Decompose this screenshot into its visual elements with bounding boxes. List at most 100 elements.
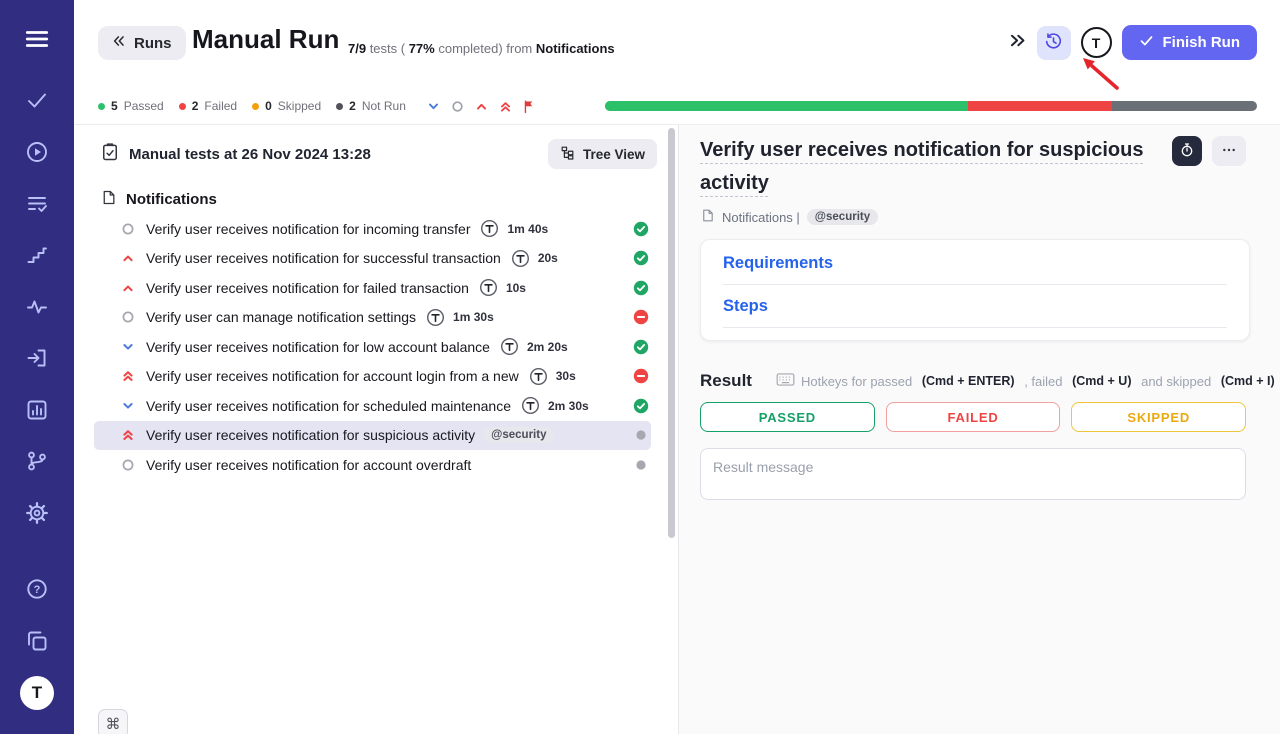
status-failed-icon xyxy=(633,309,649,325)
detail-sections-card: Requirements Steps xyxy=(700,239,1250,341)
tag-badge[interactable]: @security xyxy=(807,209,878,225)
logo-letter: T xyxy=(20,676,54,710)
priority-highest-icon[interactable] xyxy=(498,99,513,114)
test-meta: @security xyxy=(475,427,554,443)
duration: 1m 40s xyxy=(507,222,548,236)
sidebar: ? T xyxy=(0,0,74,734)
detail-title: Verify user receives notification for su… xyxy=(700,134,1205,200)
run-progress-bar xyxy=(605,101,1257,111)
test-meta: 30s xyxy=(519,367,576,386)
steps-icon[interactable] xyxy=(0,243,74,267)
test-meta: 1m 30s xyxy=(416,308,494,327)
test-row[interactable]: Verify user receives notification for lo… xyxy=(94,332,651,362)
test-title: Verify user receives notification for fa… xyxy=(146,280,469,296)
test-row[interactable]: Verify user receives notification for su… xyxy=(94,244,651,274)
test-row[interactable]: Verify user receives notification for sc… xyxy=(94,391,651,421)
priority-highest-icon xyxy=(120,368,136,384)
priority-normal-icon xyxy=(120,221,136,237)
chart-icon[interactable] xyxy=(0,398,74,422)
duration: 2m 20s xyxy=(527,340,568,354)
section-requirements[interactable]: Requirements xyxy=(723,254,1227,285)
test-logo-icon xyxy=(529,367,548,386)
breadcrumb-text[interactable]: Notifications | xyxy=(722,210,800,225)
priority-high-icon[interactable] xyxy=(474,99,489,114)
run-title: Manual tests at 26 Nov 2024 13:28 xyxy=(129,146,371,163)
check-icon xyxy=(1139,33,1154,52)
pulse-icon[interactable] xyxy=(0,295,74,319)
result-message-input[interactable] xyxy=(700,448,1246,500)
import-icon[interactable] xyxy=(0,346,74,370)
section-steps[interactable]: Steps xyxy=(723,285,1227,328)
test-title: Verify user receives notification for ac… xyxy=(146,457,471,473)
test-row[interactable]: Verify user receives notification for su… xyxy=(94,421,651,451)
duration: 10s xyxy=(506,281,526,295)
legend-dot xyxy=(252,103,259,110)
priority-high-icon xyxy=(120,250,136,266)
back-to-runs-button[interactable]: Runs xyxy=(98,26,186,60)
list-check-icon[interactable] xyxy=(0,192,74,216)
detail-actions xyxy=(1172,136,1246,166)
duration: 30s xyxy=(556,369,576,383)
chevrons-left-icon xyxy=(112,34,126,52)
panel-divider xyxy=(678,125,679,734)
test-meta: 1m 40s xyxy=(470,219,548,238)
priority-low-icon[interactable] xyxy=(426,99,441,114)
priority-low-icon xyxy=(120,339,136,355)
status-passed-icon xyxy=(633,339,649,355)
status-passed-icon xyxy=(633,280,649,296)
fast-forward-icon[interactable] xyxy=(1008,31,1027,55)
test-title: Verify user receives notification for su… xyxy=(146,427,475,443)
test-row[interactable]: Verify user receives notification for ac… xyxy=(94,450,651,480)
copy-icon[interactable] xyxy=(0,629,74,653)
branch-icon[interactable] xyxy=(0,449,74,473)
more-options-button[interactable] xyxy=(1212,136,1246,166)
test-row[interactable]: Verify user receives notification for fa… xyxy=(94,273,651,303)
ellipsis-icon xyxy=(1221,142,1237,161)
scrollbar-thumb[interactable] xyxy=(668,128,675,538)
breadcrumb: Notifications | @security xyxy=(700,208,878,226)
legend-dot xyxy=(336,103,343,110)
mark-skipped-button[interactable]: SKIPPED xyxy=(1071,402,1246,432)
test-title: Verify user can manage notification sett… xyxy=(146,309,416,325)
mark-passed-button[interactable]: PASSED xyxy=(700,402,875,432)
legend-failed: 2Failed xyxy=(179,99,237,113)
test-row[interactable]: Verify user can manage notification sett… xyxy=(94,303,651,333)
annotation-arrow xyxy=(1065,52,1125,99)
test-logo-icon xyxy=(500,337,519,356)
svg-text:?: ? xyxy=(34,584,41,596)
priority-highest-icon xyxy=(120,427,136,443)
gear-icon[interactable] xyxy=(0,501,74,525)
priority-normal-icon xyxy=(120,457,136,473)
test-row[interactable]: Verify user receives notification for ac… xyxy=(94,362,651,392)
test-title: Verify user receives notification for ac… xyxy=(146,368,519,384)
command-key-hint[interactable]: ⌘ xyxy=(98,709,128,734)
timer-button[interactable] xyxy=(1172,136,1202,166)
test-tree: Notifications Verify user receives notif… xyxy=(94,184,651,480)
mark-failed-button[interactable]: FAILED xyxy=(886,402,1061,432)
result-row: Result Hotkeys for passed (Cmd + ENTER) … xyxy=(700,371,1275,391)
finish-run-button[interactable]: Finish Run xyxy=(1122,25,1258,60)
duration: 20s xyxy=(538,251,558,265)
test-logo-icon xyxy=(426,308,445,327)
suite-folder-row[interactable]: Notifications xyxy=(94,184,651,214)
tree-structure-icon xyxy=(560,145,575,163)
play-circle-icon[interactable] xyxy=(0,140,74,164)
app-logo[interactable]: T xyxy=(0,676,74,710)
legend-notrun: 2Not Run xyxy=(336,99,406,113)
check-icon[interactable] xyxy=(0,88,74,112)
duration: 2m 30s xyxy=(548,399,589,413)
test-logo-icon xyxy=(479,278,498,297)
priority-normal-icon xyxy=(120,309,136,325)
history-clock-icon xyxy=(1044,32,1063,54)
test-row[interactable]: Verify user receives notification for in… xyxy=(94,214,651,244)
flag-icon[interactable] xyxy=(522,99,537,114)
menu-icon[interactable] xyxy=(0,26,74,52)
help-icon[interactable]: ? xyxy=(0,577,74,601)
test-title: Verify user receives notification for lo… xyxy=(146,339,490,355)
tag-badge[interactable]: @security xyxy=(483,427,554,443)
priority-normal-icon[interactable] xyxy=(450,99,465,114)
result-label: Result xyxy=(700,371,752,391)
tree-view-button[interactable]: Tree View xyxy=(548,139,657,169)
test-meta: 2m 30s xyxy=(511,396,589,415)
progress-passed xyxy=(605,101,968,111)
